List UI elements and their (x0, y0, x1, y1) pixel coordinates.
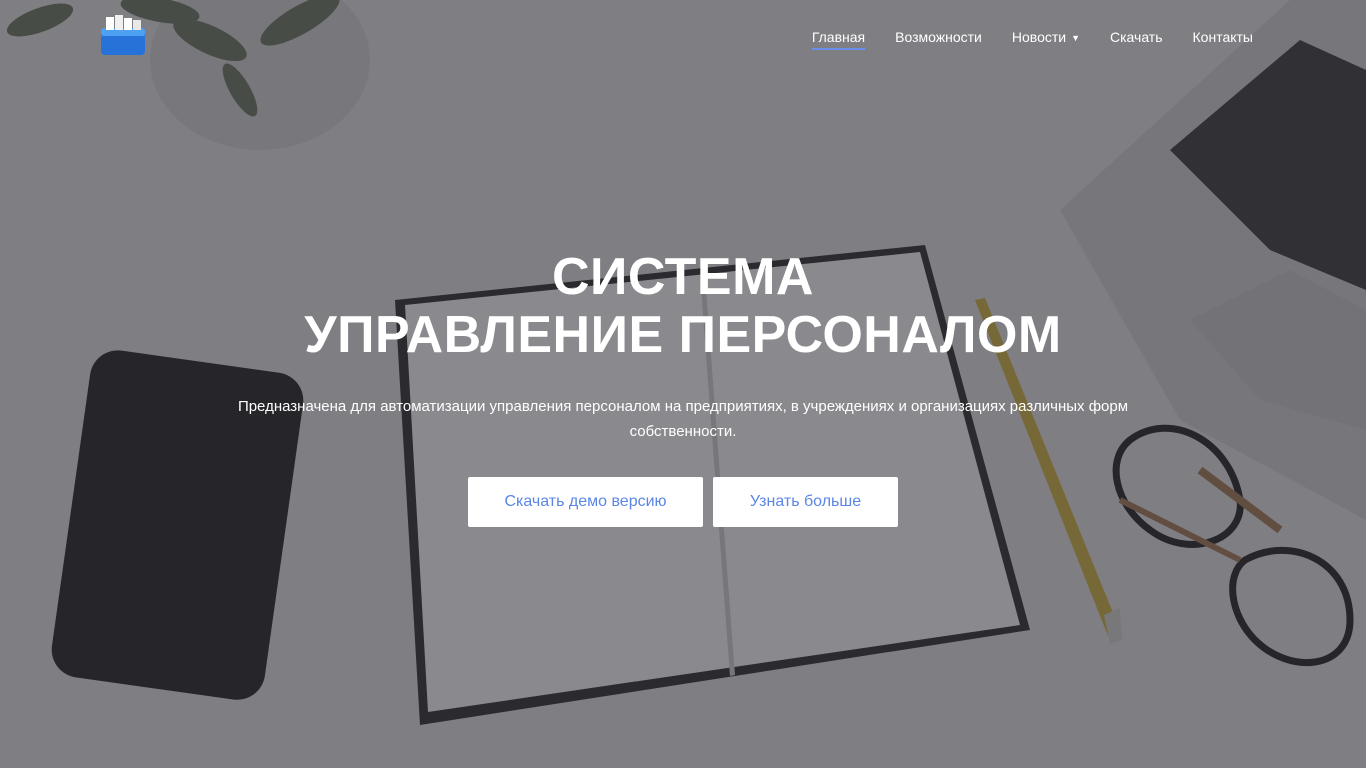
hero-content: СИСТЕМА УПРАВЛЕНИЕ ПЕРСОНАЛОМ Предназнач… (0, 248, 1366, 527)
hero-section: Главная Возможности Новости ▼ Скачать Ко… (0, 0, 1366, 768)
main-nav: Главная Возможности Новости ▼ Скачать Ко… (782, 24, 1253, 50)
download-demo-button[interactable]: Скачать демо версию (468, 477, 703, 527)
nav-item-label: Контакты (1192, 29, 1253, 45)
nav-item-download[interactable]: Скачать (1110, 24, 1163, 48)
title-line-1: СИСТЕМА (551, 248, 814, 306)
folder-cabinet-icon[interactable] (100, 14, 146, 56)
nav-item-label: Возможности (895, 29, 982, 45)
nav-item-label: Новости (1011, 29, 1067, 45)
nav-item-contacts[interactable]: Контакты (1193, 24, 1253, 48)
hero-buttons: Скачать демо версию Узнать больше (0, 477, 1366, 527)
nav-item-home[interactable]: Главная (811, 24, 866, 50)
nav-item-label: Скачать (1110, 29, 1163, 45)
chevron-down-icon: ▼ (1071, 33, 1081, 43)
nav-item-label: Главная (811, 29, 866, 45)
site-header: Главная Возможности Новости ▼ Скачать Ко… (0, 0, 1366, 70)
page-title: СИСТЕМА УПРАВЛЕНИЕ ПЕРСОНАЛОМ (0, 248, 1366, 364)
title-line-2: УПРАВЛЕНИЕ ПЕРСОНАЛОМ (304, 306, 1062, 364)
nav-item-news[interactable]: Новости ▼ (1012, 24, 1080, 48)
nav-item-features[interactable]: Возможности (895, 24, 982, 48)
hero-subtitle: Предназначена для автоматизации управлен… (237, 398, 1129, 440)
learn-more-button[interactable]: Узнать больше (713, 477, 898, 527)
